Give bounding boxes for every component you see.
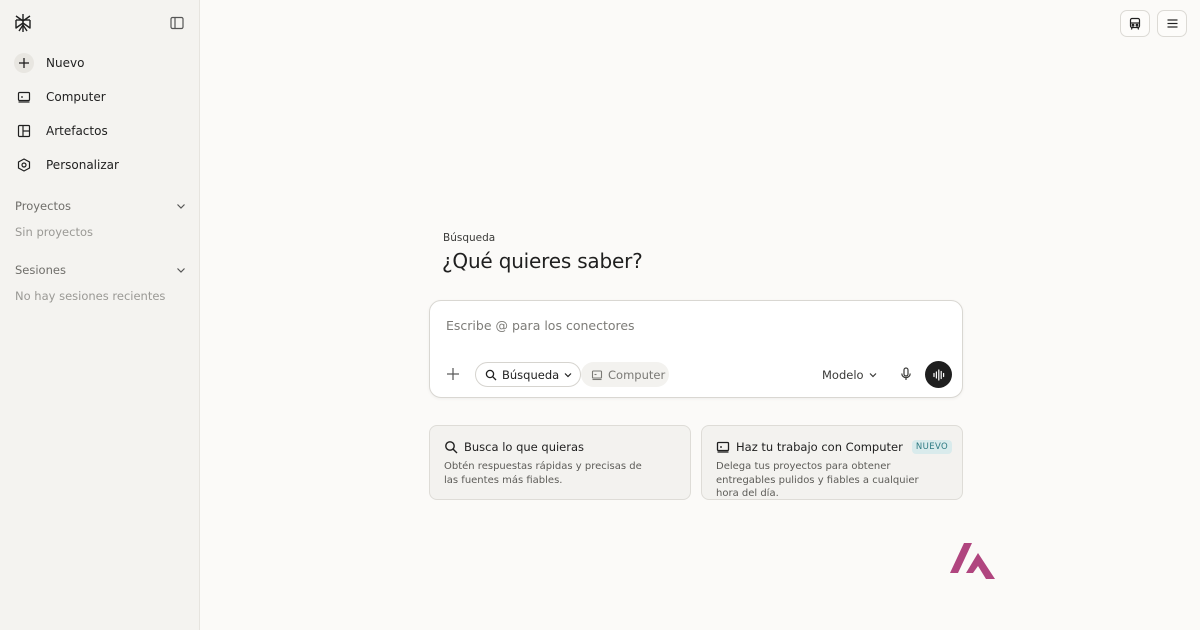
- nav-customize-label: Personalizar: [46, 158, 119, 172]
- voice-mode-button[interactable]: [925, 361, 952, 388]
- plus-icon: [14, 53, 34, 73]
- chevron-down-icon: [177, 204, 185, 209]
- card-search[interactable]: Busca lo que quieras Obtén respuestas rá…: [429, 425, 691, 500]
- chevron-down-icon: [564, 372, 572, 377]
- search-mode-dropdown[interactable]: Búsqueda: [475, 362, 581, 387]
- sidebar-header: [0, 0, 200, 46]
- section-sessions-header[interactable]: Sesiones: [8, 260, 192, 280]
- nav-artifacts-label: Artefactos: [46, 124, 108, 138]
- page-title: ¿Qué quieres saber?: [442, 249, 643, 273]
- nav-artifacts[interactable]: Artefactos: [8, 116, 192, 146]
- sessions-empty-text: No hay sesiones recientes: [15, 289, 166, 303]
- hamburger-menu-icon: [1167, 19, 1177, 28]
- monitor-icon: [716, 441, 730, 453]
- browser-extension-button[interactable]: [1120, 10, 1150, 37]
- sidebar: Nuevo Computer Artefactos Personalizar P…: [0, 0, 200, 630]
- nav-new-label: Nuevo: [46, 56, 85, 70]
- card-computer-description: Delega tus proyectos para obtener entreg…: [716, 461, 919, 499]
- section-projects-label: Proyectos: [15, 199, 71, 213]
- extension-icon: [1129, 17, 1141, 30]
- menu-button[interactable]: [1157, 10, 1187, 37]
- card-search-header: Busca lo que quieras: [444, 440, 584, 454]
- search-icon: [485, 369, 497, 380]
- model-selector-label: Modelo: [822, 368, 864, 382]
- brand-watermark-logo: [950, 543, 995, 579]
- chevron-down-icon: [177, 268, 185, 273]
- collapse-sidebar-icon[interactable]: [169, 15, 185, 31]
- monitor-icon: [14, 87, 34, 107]
- search-icon: [445, 441, 458, 454]
- projects-empty-text: Sin proyectos: [15, 225, 93, 239]
- computer-mode-label: Computer: [608, 367, 666, 382]
- section-projects-header[interactable]: Proyectos: [8, 196, 192, 216]
- waveform-icon: [932, 368, 944, 381]
- new-badge: NUEVO: [911, 440, 953, 454]
- card-search-description: Obtén respuestas rápidas y precisas de l…: [444, 461, 642, 486]
- card-search-title: Busca lo que quieras: [464, 440, 585, 454]
- chevron-down-icon: [869, 373, 877, 378]
- nav-computer-label: Computer: [46, 90, 106, 104]
- nav-computer[interactable]: Computer: [8, 82, 192, 112]
- card-computer[interactable]: Haz tu trabajo con Computer NUEVO Delega…: [701, 425, 963, 500]
- model-selector[interactable]: Modelo: [822, 364, 878, 386]
- nav-new[interactable]: Nuevo: [8, 48, 192, 78]
- computer-mode-toggle[interactable]: Computer: [581, 362, 669, 387]
- card-computer-title: Haz tu trabajo con Computer: [736, 440, 903, 454]
- microphone-icon[interactable]: [898, 366, 914, 382]
- prompt-input[interactable]: [446, 315, 926, 335]
- hexagon-settings-icon: [14, 155, 34, 175]
- nav-customize[interactable]: Personalizar: [8, 150, 192, 180]
- section-sessions-label: Sesiones: [15, 263, 66, 277]
- layout-icon: [14, 121, 34, 141]
- attach-plus-icon[interactable]: [445, 366, 461, 382]
- composer: Búsqueda Computer Modelo: [429, 300, 963, 398]
- card-computer-header: Haz tu trabajo con Computer NUEVO: [716, 440, 953, 454]
- mode-label: Búsqueda: [443, 232, 496, 244]
- search-mode-label: Búsqueda: [502, 367, 560, 382]
- app-logo-icon[interactable]: [13, 13, 33, 33]
- monitor-icon: [591, 369, 603, 380]
